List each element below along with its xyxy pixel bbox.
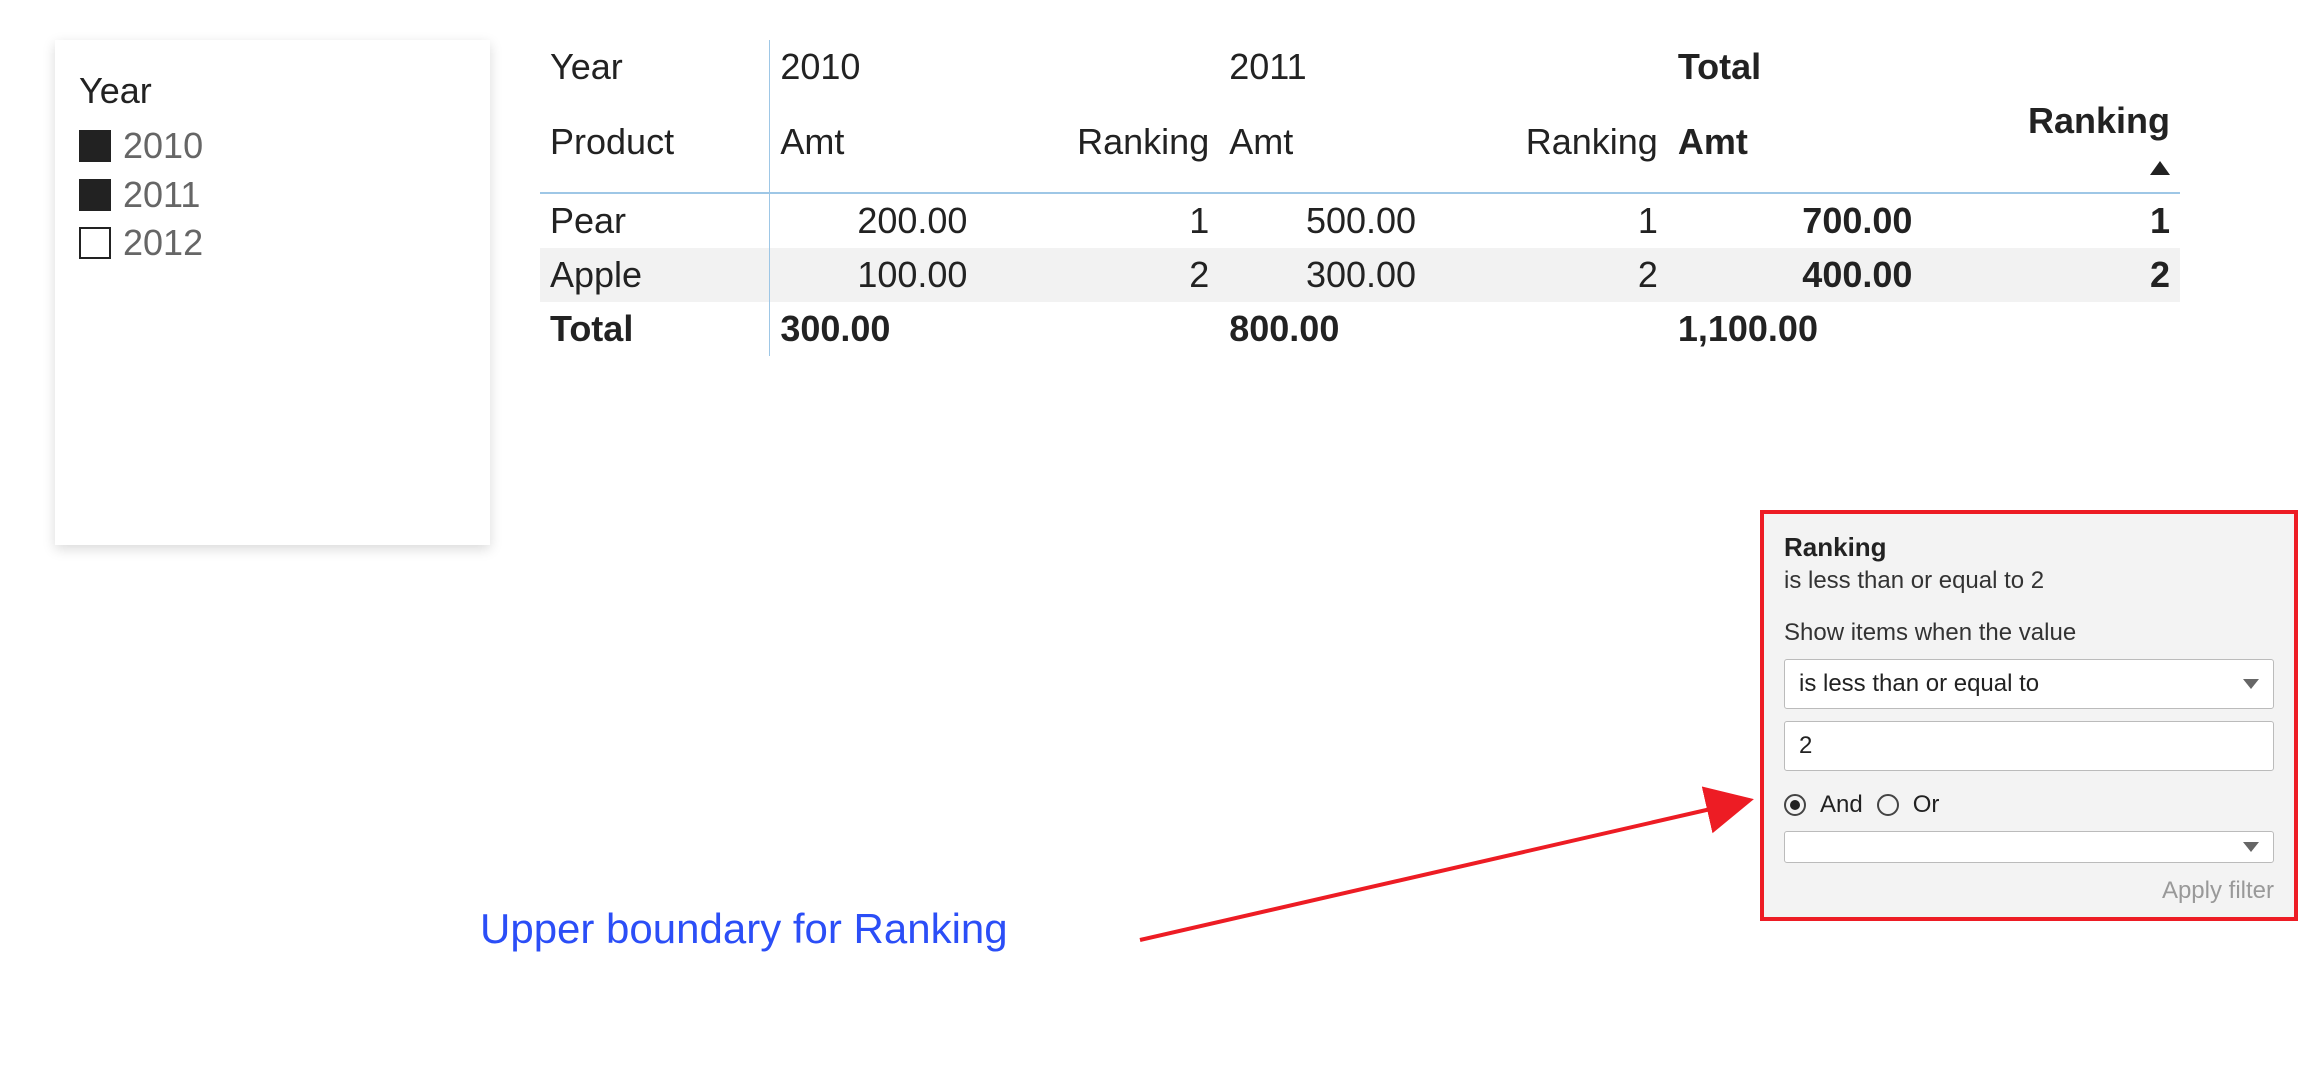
filter-logic-row: And Or <box>1784 791 2274 819</box>
table-total-row: Total 300.00 800.00 1,100.00 <box>540 302 2180 356</box>
matrix-table: Year 2010 2011 Total Product Amt Ranking… <box>540 40 2180 356</box>
matrix-header-row-1: Year 2010 2011 Total <box>540 40 2180 94</box>
slicer-item-2010[interactable]: 2010 <box>79 122 466 171</box>
chevron-down-icon <box>2243 679 2259 689</box>
slicer-item-label: 2012 <box>123 219 203 268</box>
cell-amt: 300.00 <box>1219 248 1426 302</box>
header-amt-total[interactable]: Amt <box>1668 94 1923 193</box>
header-year: Year <box>540 40 770 94</box>
annotation-text: Upper boundary for Ranking <box>480 905 1008 953</box>
matrix-header-row-2: Product Amt Ranking Amt Ranking Amt Rank… <box>540 94 2180 193</box>
radio-or[interactable] <box>1877 794 1899 816</box>
radio-or-label: Or <box>1913 791 1940 819</box>
filter-prompt: Show items when the value <box>1784 619 2274 647</box>
slicer-item-label: 2010 <box>123 122 203 171</box>
filter-value-input[interactable]: 2 <box>1784 721 2274 771</box>
slicer-title: Year <box>79 70 466 112</box>
cell-grand-total: 1,100.00 <box>1668 302 1923 356</box>
radio-dot-icon <box>1790 800 1800 810</box>
header-rank-total-label: Ranking <box>2028 100 2170 141</box>
filter-summary: is less than or equal to 2 <box>1784 567 2274 595</box>
year-slicer: Year 2010 2011 2012 <box>55 40 490 545</box>
cell-amt-total: 400.00 <box>1668 248 1923 302</box>
header-group-2010[interactable]: 2010 <box>770 40 1219 94</box>
annotation-arrow-icon <box>1130 780 1790 980</box>
cell-rank: 2 <box>977 248 1219 302</box>
matrix-visual: Year 2010 2011 Total Product Amt Ranking… <box>540 40 2180 356</box>
checkbox-icon[interactable] <box>79 227 111 259</box>
cell-rank-total: 1 <box>1922 193 2180 248</box>
cell-product: Pear <box>540 193 770 248</box>
filter-title: Ranking <box>1784 532 2274 563</box>
table-row[interactable]: Pear 200.00 1 500.00 1 700.00 1 <box>540 193 2180 248</box>
cell-rank-total: 2 <box>1922 248 2180 302</box>
header-product: Product <box>540 94 770 193</box>
chevron-down-icon <box>2243 842 2259 852</box>
header-amt-2010[interactable]: Amt <box>770 94 978 193</box>
radio-and[interactable] <box>1784 794 1806 816</box>
cell-rank: 1 <box>977 193 1219 248</box>
apply-filter-button[interactable]: Apply filter <box>1784 877 2274 905</box>
radio-and-label: And <box>1820 791 1863 819</box>
checkbox-icon[interactable] <box>79 130 111 162</box>
sort-ascending-icon <box>2150 161 2170 175</box>
slicer-item-2012[interactable]: 2012 <box>79 219 466 268</box>
checkbox-icon[interactable] <box>79 179 111 211</box>
filter-operator-dropdown[interactable]: is less than or equal to <box>1784 659 2274 709</box>
cell-total-amt: 800.00 <box>1219 302 1426 356</box>
cell-total-amt: 300.00 <box>770 302 978 356</box>
cell-amt: 200.00 <box>770 193 978 248</box>
cell-amt: 500.00 <box>1219 193 1426 248</box>
header-rank-total[interactable]: Ranking <box>1922 94 2180 193</box>
table-row[interactable]: Apple 100.00 2 300.00 2 400.00 2 <box>540 248 2180 302</box>
cell-amt: 100.00 <box>770 248 978 302</box>
filter-panel-ranking: Ranking is less than or equal to 2 Show … <box>1760 510 2298 921</box>
cell-product: Apple <box>540 248 770 302</box>
filter-value-text: 2 <box>1799 732 1812 760</box>
cell-rank: 1 <box>1426 193 1668 248</box>
header-rank-2011[interactable]: Ranking <box>1426 94 1668 193</box>
header-group-2011[interactable]: 2011 <box>1219 40 1668 94</box>
slicer-item-2011[interactable]: 2011 <box>79 171 466 220</box>
cell-amt-total: 700.00 <box>1668 193 1923 248</box>
cell-rank: 2 <box>1426 248 1668 302</box>
cell-total-label: Total <box>540 302 770 356</box>
header-group-total[interactable]: Total <box>1668 40 2180 94</box>
filter-operator-value: is less than or equal to <box>1799 670 2039 698</box>
slicer-item-label: 2011 <box>123 171 200 220</box>
filter-operator2-dropdown[interactable] <box>1784 831 2274 863</box>
header-amt-2011[interactable]: Amt <box>1219 94 1426 193</box>
header-rank-2010[interactable]: Ranking <box>977 94 1219 193</box>
